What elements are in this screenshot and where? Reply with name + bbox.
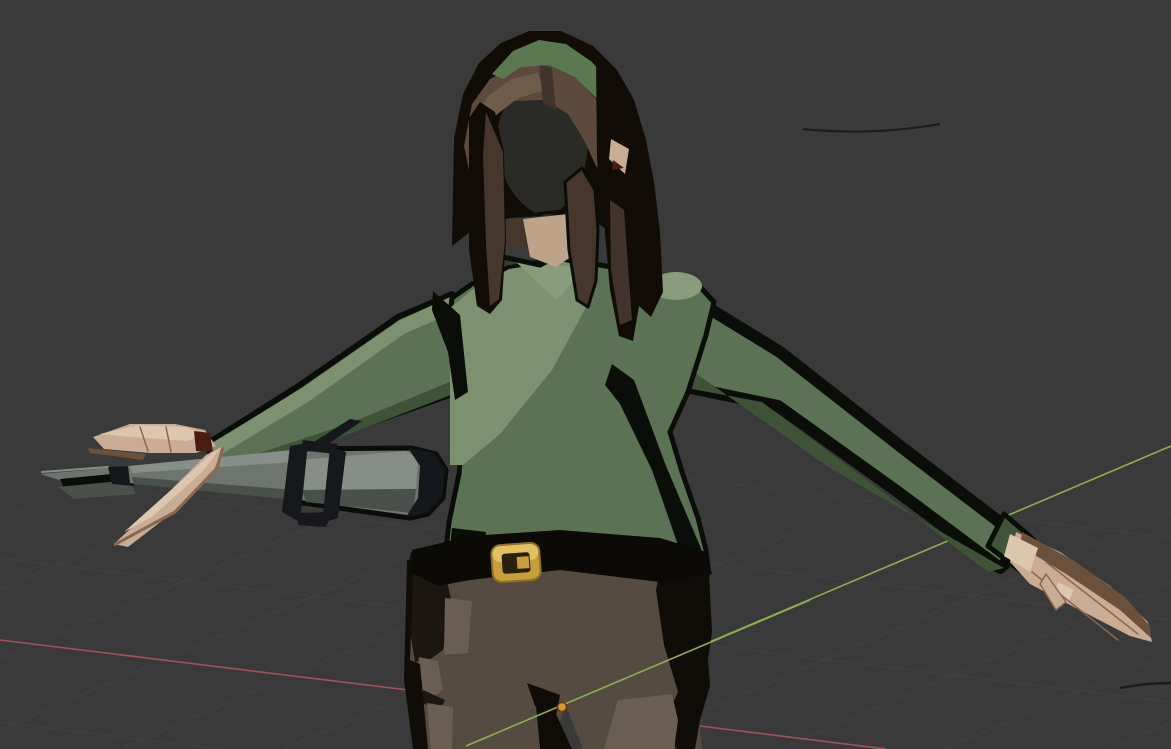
- sling-band-bottom: [298, 512, 332, 527]
- character-torso: [432, 250, 714, 576]
- viewport-canvas[interactable]: [0, 0, 1171, 749]
- viewport-wrap: [0, 0, 1171, 749]
- buckle-prong: [517, 556, 530, 569]
- left-cuff-opening: [194, 431, 213, 452]
- origin-point[interactable]: [558, 703, 567, 712]
- left-shin-panel: [427, 703, 453, 749]
- belt-buckle: [491, 542, 541, 582]
- left-thigh-highlight: [444, 598, 472, 655]
